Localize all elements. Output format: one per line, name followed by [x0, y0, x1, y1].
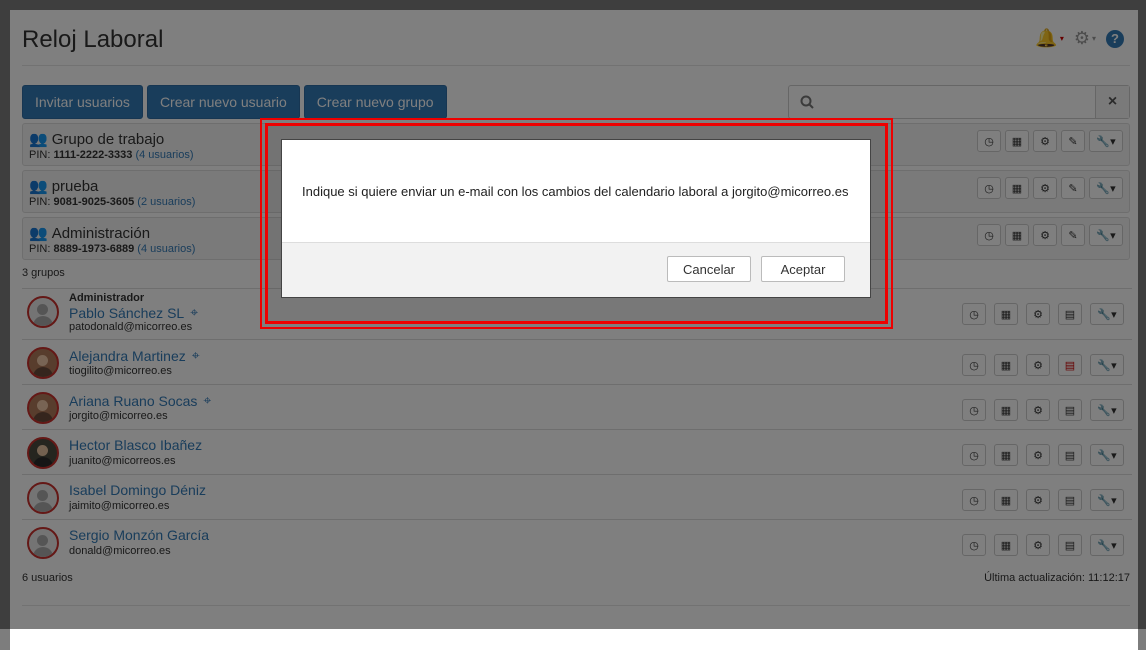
cancel-button[interactable]: Cancelar — [667, 256, 751, 282]
dialog-footer: Cancelar Aceptar — [282, 242, 870, 297]
dialog-message: Indique si quiere enviar un e-mail con l… — [302, 184, 849, 199]
confirm-dialog: Indique si quiere enviar un e-mail con l… — [281, 139, 871, 298]
accept-button[interactable]: Aceptar — [761, 256, 845, 282]
